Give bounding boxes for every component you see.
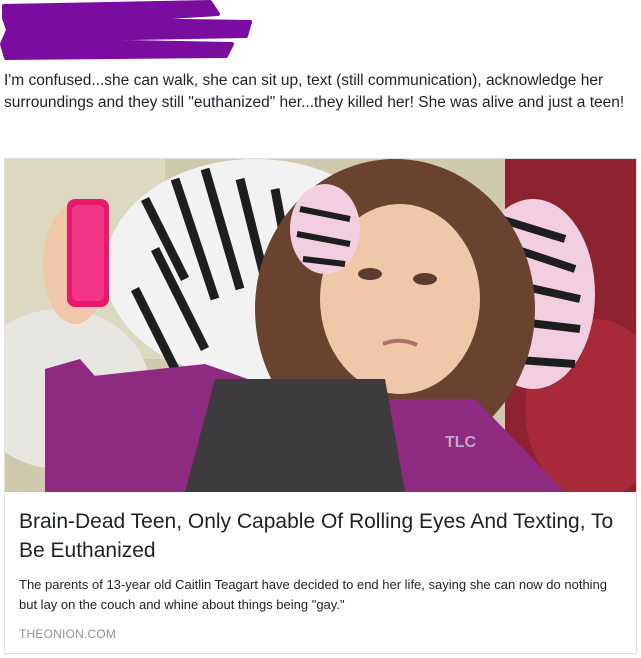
redaction-scribble	[0, 0, 252, 60]
link-headline[interactable]: Brain-Dead Teen, Only Capable Of Rolling…	[19, 507, 619, 565]
post-text: I'm confused...she can walk, she can sit…	[4, 72, 625, 111]
link-preview-image[interactable]: TLC	[5, 159, 636, 492]
link-preview-card[interactable]: TLC Brain-Dead Teen, Only Capable Of Rol…	[4, 158, 637, 654]
link-summary: The parents of 13-year old Caitlin Teaga…	[19, 577, 608, 612]
redacted-username	[0, 0, 260, 62]
image-watermark: TLC	[445, 434, 477, 451]
link-source-domain: THEONION.COM	[19, 627, 117, 641]
